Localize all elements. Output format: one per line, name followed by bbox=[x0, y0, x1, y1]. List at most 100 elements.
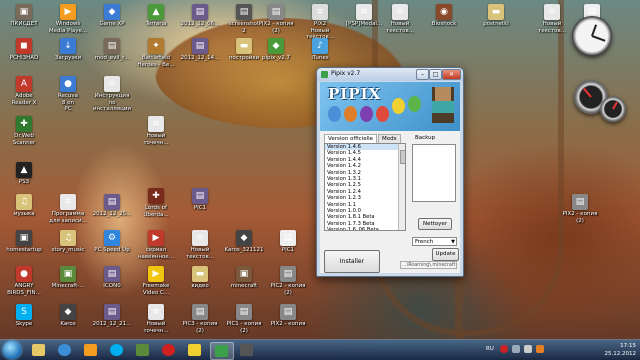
ram-meter-gadget[interactable] bbox=[600, 96, 626, 122]
taskbar-skype-icon[interactable] bbox=[106, 342, 128, 358]
desktop-icon[interactable]: ▤ PIX2 - копия (2) bbox=[560, 194, 600, 224]
desktop-icon[interactable]: ▤ PIC1 - копия (2) bbox=[224, 304, 264, 334]
desktop-icon[interactable]: ≡ Программа для записи... bbox=[48, 194, 88, 224]
desktop-icon[interactable]: ▶ Freemake Video C... bbox=[136, 266, 176, 296]
desktop-icon[interactable]: ≡ Новый текстов... bbox=[180, 230, 220, 260]
clock-gadget[interactable] bbox=[572, 16, 612, 56]
desktop-icon-image: ▤ bbox=[192, 4, 208, 20]
taskbar-pipix-icon[interactable] bbox=[210, 342, 234, 360]
tab-version-officielle[interactable]: Version officielle bbox=[324, 134, 378, 143]
desktop-icon-image: ≡ bbox=[392, 4, 408, 20]
desktop-icon[interactable]: ◼ PCHI3HAD bbox=[4, 38, 44, 62]
desktop-icon[interactable]: ◆ Karos_321121 bbox=[224, 230, 264, 254]
desktop-icon[interactable]: ▤ 2012_12_21... bbox=[92, 304, 132, 328]
desktop-icon[interactable]: ✦ Battlefield Heroes - Be... bbox=[136, 38, 176, 68]
taskbar-opera-icon[interactable] bbox=[158, 342, 180, 358]
desktop-icon[interactable]: ≡ Новый текстов... bbox=[380, 4, 420, 34]
desktop-icon-image: ≡ bbox=[312, 4, 328, 20]
desktop-icon-image: ▬ bbox=[236, 38, 252, 54]
taskbar-paint-icon[interactable] bbox=[184, 342, 206, 358]
desktop-icon[interactable]: A Adobe Reader X bbox=[4, 76, 44, 106]
desktop-icon[interactable]: ◆ Karos bbox=[48, 304, 88, 328]
tray-time: 17:15 bbox=[620, 343, 636, 349]
balloon-green bbox=[408, 96, 421, 112]
tray-clock[interactable]: 17:15 25.12.2012 bbox=[605, 342, 637, 358]
tray-network-icon[interactable] bbox=[512, 345, 520, 353]
tab-mods[interactable]: Mods bbox=[378, 134, 401, 143]
desktop-icon[interactable]: ≡ Новый точечн... bbox=[136, 116, 176, 146]
desktop-icon[interactable]: ▶ сериал навеянное... bbox=[136, 230, 176, 260]
start-button[interactable] bbox=[3, 341, 21, 359]
clock-minute-hand bbox=[591, 35, 606, 42]
desktop-icon[interactable]: ⚙ PC Speed Up bbox=[92, 230, 132, 254]
desktop-icon[interactable]: ▤ PIC2 - копия (2) bbox=[268, 266, 308, 296]
desktop-icon[interactable]: ▤ PIX2 - копия bbox=[268, 304, 308, 328]
desktop-icon[interactable]: ≡ Новый текстов... bbox=[532, 4, 572, 34]
taskbar-minecraft-icon[interactable] bbox=[132, 342, 154, 358]
desktop-icon[interactable]: S Skype bbox=[4, 304, 44, 328]
desktop-icon[interactable]: ◆ pipix_v2.7 bbox=[256, 38, 296, 62]
balloon-red bbox=[376, 106, 389, 122]
version-list[interactable]: Version 1.4.6 Version 1.4.5 Version 1.4.4 V… bbox=[324, 143, 406, 231]
desktop-icon[interactable]: ✚ Dr.Web Scanner bbox=[4, 116, 44, 146]
desktop-icon[interactable]: ♪ iTunes bbox=[300, 38, 340, 62]
desktop-icon[interactable]: ▶ Windows Media Playe... bbox=[48, 4, 88, 34]
minimize-button[interactable]: – bbox=[416, 69, 429, 80]
desktop-icon[interactable]: ▤ PIX2 - копия (2) bbox=[256, 4, 296, 34]
desktop-icon[interactable]: ▤ PIC1 bbox=[180, 188, 220, 212]
taskbar-camera-icon[interactable] bbox=[236, 342, 258, 358]
desktop-icon[interactable]: ● ANGRY BIRDS_FIN... bbox=[4, 266, 44, 296]
desktop-icon[interactable]: ◆ Game XP bbox=[92, 4, 132, 28]
balloon-purple bbox=[360, 106, 373, 122]
desktop-icon[interactable]: ▲ PS3 bbox=[4, 162, 44, 186]
desktop-icon[interactable]: ▣ minecraft bbox=[224, 266, 264, 290]
desktop-icon[interactable]: ✚ Lords of Uberda... bbox=[136, 188, 176, 218]
desktop-icon[interactable]: ▤ 2012_12_14... bbox=[180, 38, 220, 62]
desktop-icon[interactable]: ▲ Terraria bbox=[136, 4, 176, 28]
taskbar-ie-icon[interactable] bbox=[54, 342, 76, 358]
desktop-icon[interactable]: ≡ PIX2 Новый текстов... bbox=[300, 4, 340, 41]
desktop-icon-image: ● bbox=[60, 76, 76, 92]
minecraft-path-field[interactable]: ...\Roaming\.minecraft bbox=[400, 261, 457, 269]
taskbar-explorer-icon[interactable] bbox=[28, 342, 50, 358]
desktop-icon-label: Новый текстов... bbox=[386, 21, 414, 34]
version-list-item[interactable]: Version 1.6_06 Beta bbox=[325, 227, 405, 230]
desktop-icon[interactable]: ▤ PIC3 - копия (2) bbox=[180, 304, 220, 334]
desktop-icon[interactable]: ≡ Новый точечн... bbox=[136, 304, 176, 334]
desktop-icon[interactable]: ↓ Загрузки bbox=[48, 38, 88, 62]
desktop-icon[interactable]: ▬ видео bbox=[180, 266, 220, 290]
scrollbar-thumb[interactable] bbox=[400, 150, 405, 164]
backup-list[interactable] bbox=[412, 144, 456, 202]
desktop-icon-image: ▣ bbox=[16, 4, 32, 20]
tray-volume-icon[interactable] bbox=[524, 345, 532, 353]
nettoyer-button[interactable]: Nettoyer bbox=[418, 218, 452, 230]
desktop-icon[interactable]: ◉ Bioshock bbox=[424, 4, 464, 28]
installer-button[interactable]: Installer bbox=[324, 250, 380, 273]
desktop-icon[interactable]: ▤ 2012_12_06... bbox=[180, 4, 220, 28]
desktop-icon[interactable]: ♫ story_music bbox=[48, 230, 88, 254]
close-button[interactable]: ✕ bbox=[442, 69, 461, 80]
tray-record-icon[interactable] bbox=[500, 345, 508, 353]
desktop-icon[interactable]: ♫ музыка bbox=[4, 194, 44, 218]
desktop-icon[interactable]: ▬ postnetki bbox=[476, 4, 516, 28]
desktop-icon[interactable]: ▤ PIC1 bbox=[268, 230, 308, 254]
desktop-icon[interactable]: ≡ Инструкция по инсталляции bbox=[92, 76, 132, 113]
version-list-scrollbar[interactable] bbox=[398, 144, 405, 230]
maximize-button[interactable]: □ bbox=[429, 69, 442, 80]
desktop-icon[interactable]: ● Recuva 8 on PC bbox=[48, 76, 88, 113]
desktop-icon-label: Bioshock bbox=[431, 21, 457, 27]
language-select[interactable]: French ▼ bbox=[412, 237, 457, 246]
desktop-icon[interactable]: ≡ [PSP]Medal... bbox=[344, 4, 384, 28]
desktop-icon[interactable]: ▣ ПКИСДЕТ bbox=[4, 4, 44, 28]
language-indicator[interactable]: RU bbox=[486, 346, 494, 352]
tray-flag-icon[interactable] bbox=[536, 345, 544, 353]
desktop-icon[interactable]: ▤ ICON0 bbox=[92, 266, 132, 290]
taskbar-media-player-icon[interactable] bbox=[80, 342, 102, 358]
desktop-icon[interactable]: ▤ 2012_12_25... bbox=[92, 194, 132, 218]
update-button[interactable]: Update bbox=[432, 248, 459, 261]
pipix-title-bar[interactable]: Pipix v2.7 – □ ✕ bbox=[317, 68, 463, 81]
desktop-icon[interactable]: ▤ mod_evil_r... bbox=[92, 38, 132, 62]
taskbar: RU 17:15 25.12.2012 bbox=[0, 339, 640, 360]
desktop-icon[interactable]: ▣ homestartup bbox=[4, 230, 44, 254]
desktop-icon[interactable]: ▣ Minecraft-... bbox=[48, 266, 88, 290]
